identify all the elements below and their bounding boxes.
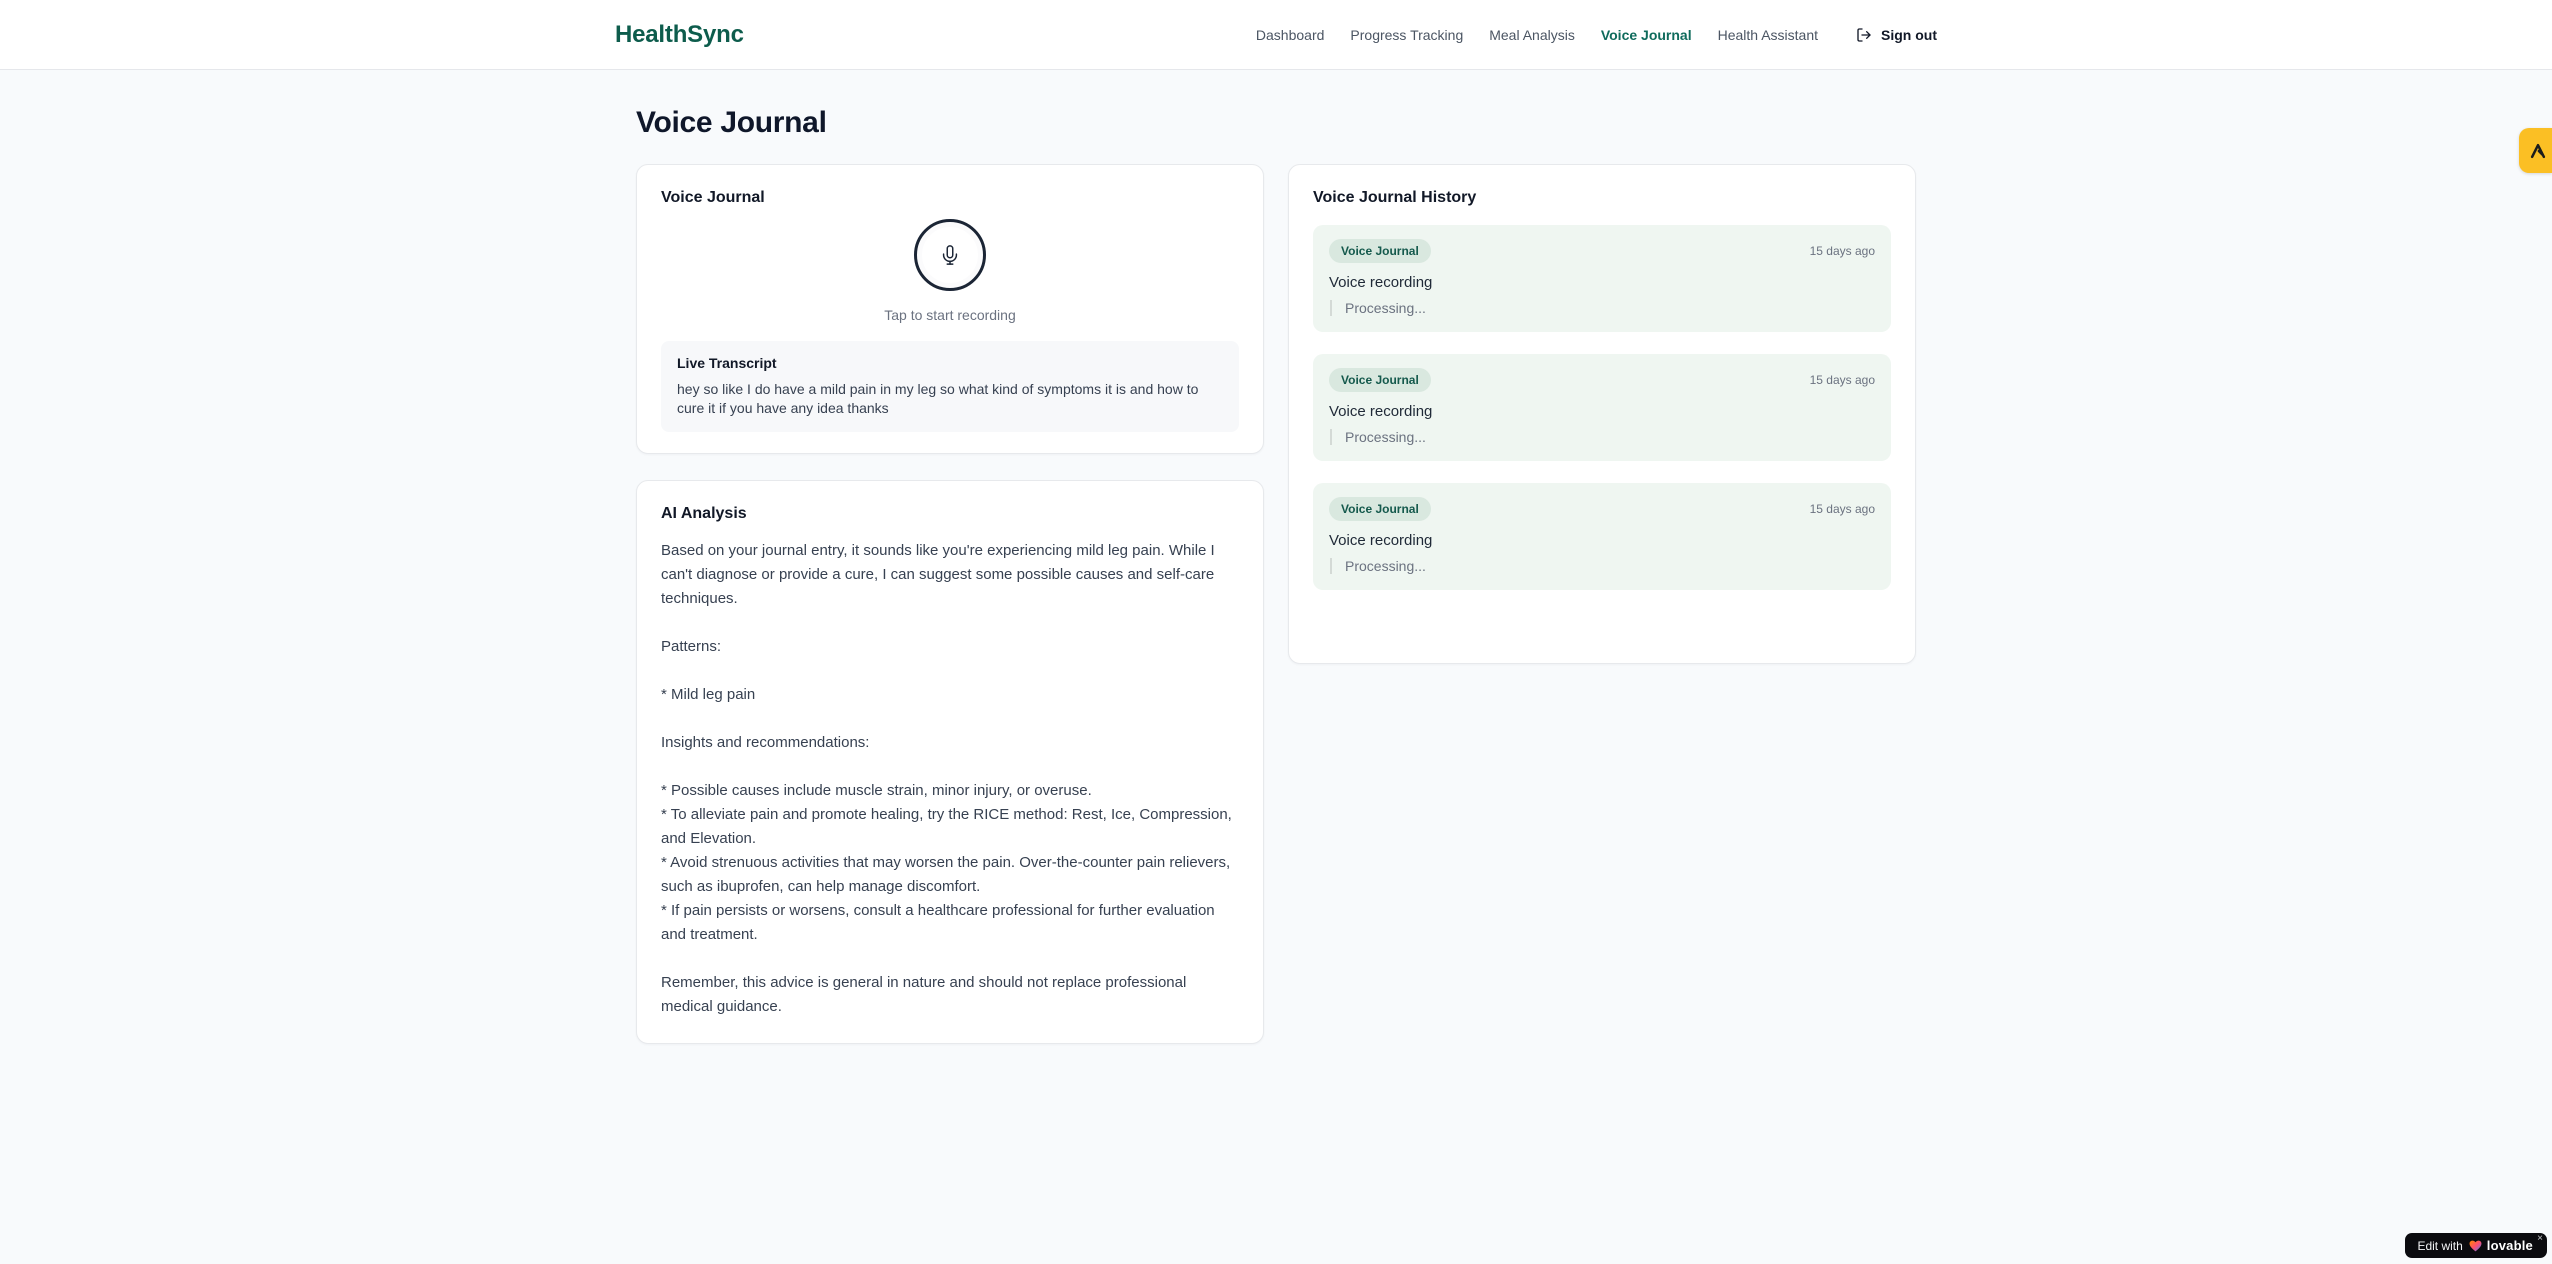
- history-list: Voice Journal 15 days ago Voice recordin…: [1313, 225, 1891, 590]
- history-entry[interactable]: Voice Journal 15 days ago Voice recordin…: [1313, 354, 1891, 461]
- main-content: Voice Journal Voice Journal Tap to start…: [636, 70, 1916, 1044]
- edit-with-label: Edit with: [2417, 1238, 2463, 1253]
- nav-item-progress-tracking[interactable]: Progress Tracking: [1350, 27, 1463, 43]
- lovable-brand-label: lovable: [2486, 1238, 2533, 1253]
- mic-area: Tap to start recording: [661, 219, 1239, 323]
- ai-analysis-body: Based on your journal entry, it sounds l…: [661, 542, 1232, 1015]
- content-grid: Voice Journal Tap to start recording Liv…: [636, 164, 1916, 1044]
- edit-with-lovable-badge[interactable]: Edit with lovable ×: [2405, 1233, 2547, 1258]
- sign-out-button[interactable]: Sign out: [1856, 27, 1937, 43]
- entry-timestamp: 15 days ago: [1809, 244, 1875, 258]
- nav-item-voice-journal[interactable]: Voice Journal: [1601, 27, 1692, 43]
- nav-item-meal-analysis[interactable]: Meal Analysis: [1489, 27, 1575, 43]
- history-entry[interactable]: Voice Journal 15 days ago Voice recordin…: [1313, 483, 1891, 590]
- top-navbar: HealthSync Dashboard Progress Tracking M…: [0, 0, 2552, 70]
- history-entry[interactable]: Voice Journal 15 days ago Voice recordin…: [1313, 225, 1891, 332]
- page-title: Voice Journal: [636, 106, 827, 139]
- record-button[interactable]: [914, 219, 986, 291]
- entry-label: Voice recording: [1329, 532, 1433, 549]
- ai-analysis-title: AI Analysis: [661, 505, 747, 522]
- right-column: Voice Journal History Voice Journal 15 d…: [1288, 164, 1916, 664]
- entry-header: Voice Journal 15 days ago: [1329, 497, 1875, 521]
- entry-header: Voice Journal 15 days ago: [1329, 239, 1875, 263]
- entry-label: Voice recording: [1329, 274, 1433, 291]
- voice-recorder-card: Voice Journal Tap to start recording Liv…: [636, 164, 1264, 454]
- navbar-inner: HealthSync Dashboard Progress Tracking M…: [615, 21, 1937, 49]
- live-transcript-box: Live Transcript hey so like I do have a …: [661, 341, 1239, 432]
- entry-header: Voice Journal 15 days ago: [1329, 368, 1875, 392]
- history-card-title: Voice Journal History: [1313, 189, 1477, 206]
- lovable-side-tab[interactable]: [2519, 128, 2552, 173]
- heart-icon: [2469, 1240, 2482, 1252]
- entry-type-badge: Voice Journal: [1329, 239, 1431, 263]
- entry-processing-status: Processing...: [1330, 429, 1875, 445]
- sign-out-label: Sign out: [1881, 26, 1937, 43]
- live-transcript-text: hey so like I do have a mild pain in my …: [677, 381, 1199, 416]
- entry-processing-status: Processing...: [1330, 558, 1875, 574]
- lovable-logo-icon: [2528, 141, 2548, 161]
- main-nav: Dashboard Progress Tracking Meal Analysi…: [1230, 27, 1937, 43]
- live-transcript-title: Live Transcript: [677, 355, 777, 371]
- close-icon[interactable]: ×: [2537, 1234, 2543, 1244]
- entry-type-badge: Voice Journal: [1329, 497, 1431, 521]
- nav-item-dashboard[interactable]: Dashboard: [1256, 27, 1325, 43]
- recorder-card-title: Voice Journal: [661, 189, 765, 206]
- ai-analysis-card: AI Analysis Based on your journal entry,…: [636, 480, 1264, 1044]
- entry-timestamp: 15 days ago: [1809, 502, 1875, 516]
- tap-to-record-hint: Tap to start recording: [884, 307, 1016, 323]
- app-logo[interactable]: HealthSync: [615, 21, 744, 49]
- microphone-icon: [939, 244, 961, 266]
- left-column: Voice Journal Tap to start recording Liv…: [636, 164, 1264, 1044]
- entry-label: Voice recording: [1329, 403, 1433, 420]
- voice-journal-history-card: Voice Journal History Voice Journal 15 d…: [1288, 164, 1916, 664]
- logout-icon: [1856, 27, 1881, 43]
- nav-item-health-assistant[interactable]: Health Assistant: [1718, 27, 1818, 43]
- entry-processing-status: Processing...: [1330, 300, 1875, 316]
- entry-type-badge: Voice Journal: [1329, 368, 1431, 392]
- entry-timestamp: 15 days ago: [1809, 373, 1875, 387]
